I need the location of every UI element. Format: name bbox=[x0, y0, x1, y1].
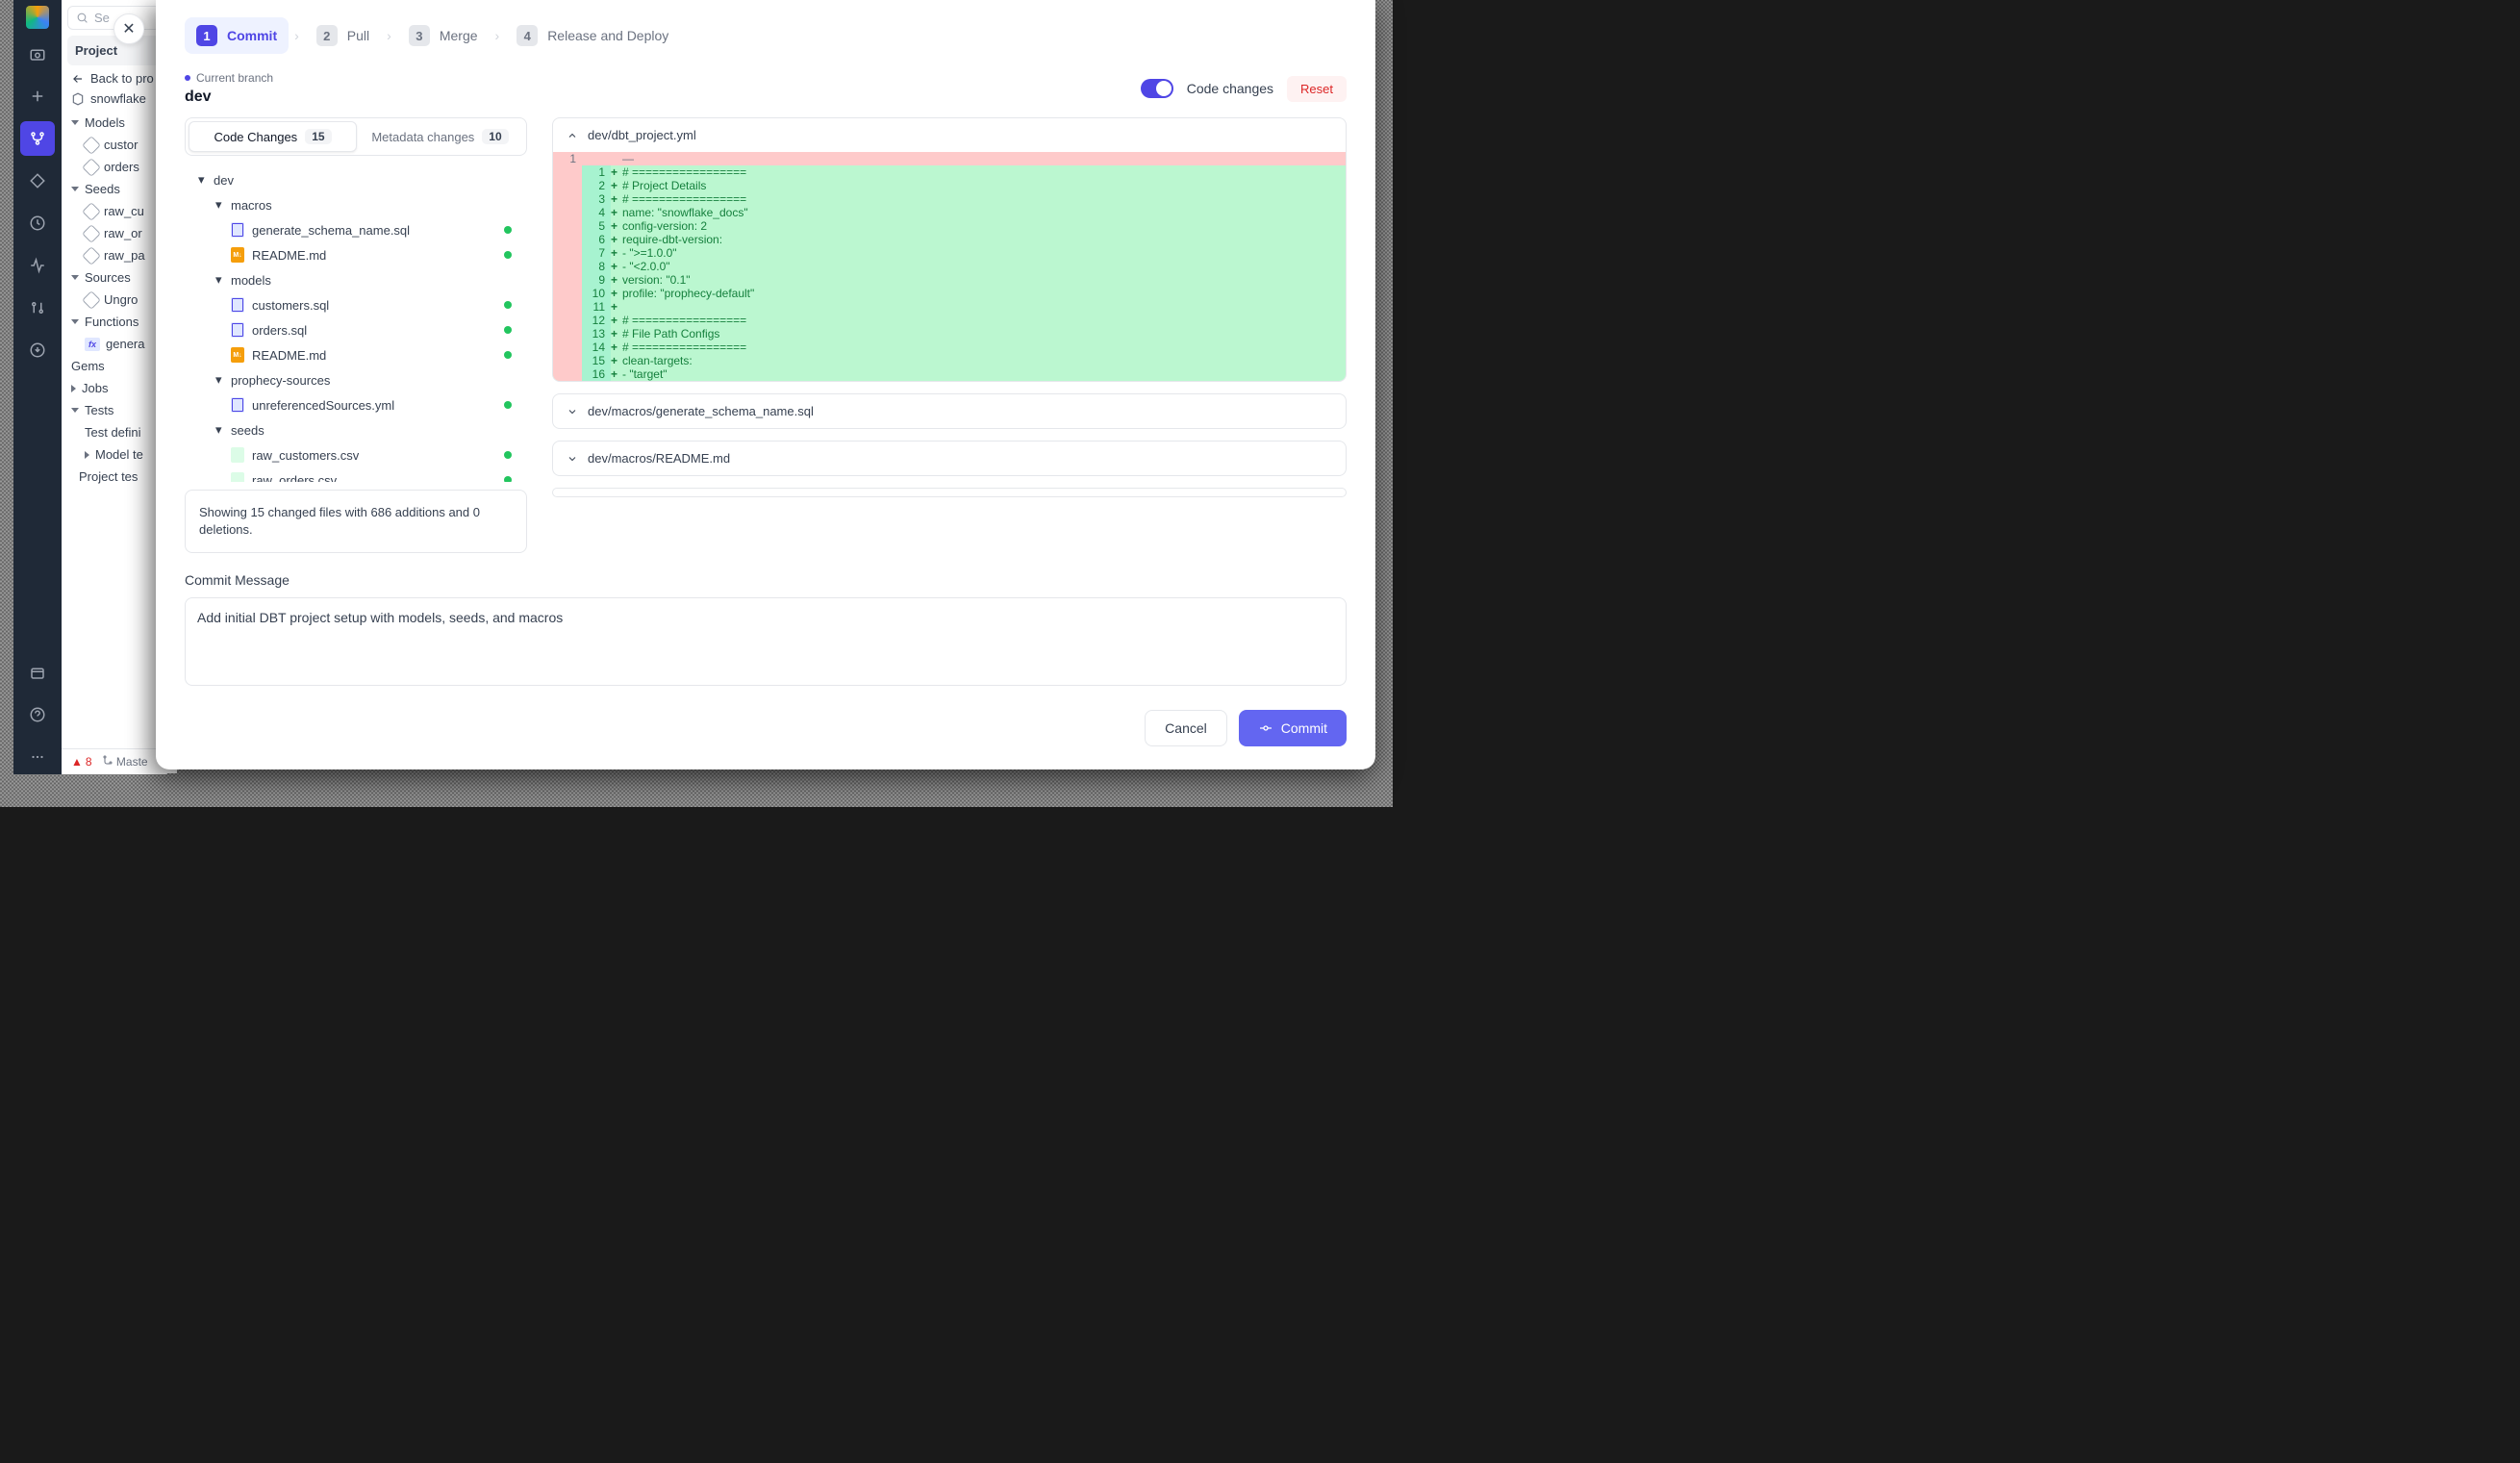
tree-folder[interactable]: ▾prophecy-sources bbox=[185, 367, 527, 392]
file-panel: Se Project Back to pro snowflake Models … bbox=[62, 0, 167, 774]
chevron-down-icon bbox=[567, 406, 578, 417]
commit-modal: 1Commit › 2Pull › 3Merge › 4Release and … bbox=[156, 0, 1375, 769]
tree-seeds[interactable]: Seeds bbox=[62, 178, 166, 200]
tree-orders[interactable]: orders bbox=[62, 156, 166, 178]
tree-folder[interactable]: ▾macros bbox=[185, 192, 527, 217]
tree-folder[interactable]: ▾dev bbox=[185, 167, 527, 192]
step-merge[interactable]: 3Merge bbox=[397, 17, 490, 54]
download-icon[interactable] bbox=[20, 333, 55, 367]
project-name: snowflake bbox=[90, 91, 146, 106]
tree-test-def[interactable]: Test defini bbox=[62, 421, 166, 443]
tree-file[interactable]: unreferencedSources.yml bbox=[185, 392, 527, 417]
tree-file[interactable]: generate_schema_name.sql bbox=[185, 217, 527, 242]
reset-button[interactable]: Reset bbox=[1287, 76, 1347, 102]
tree-file[interactable]: customers.sql bbox=[185, 292, 527, 317]
chevron-right-icon: › bbox=[495, 28, 500, 43]
changes-summary: Showing 15 changed files with 686 additi… bbox=[185, 490, 527, 553]
project-name-row[interactable]: snowflake bbox=[71, 91, 157, 106]
diff-block: dev/dbt_project.yml 1—1+# ==============… bbox=[552, 117, 1347, 382]
diff-filename: dev/macros/generate_schema_name.sql bbox=[588, 404, 814, 418]
left-nav-rail bbox=[13, 0, 62, 774]
tree-model-te[interactable]: Model te bbox=[62, 443, 166, 466]
tree-gems[interactable]: Gems bbox=[62, 355, 166, 377]
clock-icon[interactable] bbox=[20, 206, 55, 240]
commit-button-label: Commit bbox=[1281, 720, 1327, 736]
stepper: 1Commit › 2Pull › 3Merge › 4Release and … bbox=[185, 17, 1347, 54]
project-header: Project bbox=[67, 36, 161, 65]
commit-label: Commit Message bbox=[185, 572, 1347, 588]
diff-header[interactable]: dev/dbt_project.yml bbox=[553, 118, 1346, 152]
tree-project-te[interactable]: Project tes bbox=[62, 466, 166, 488]
diff-header[interactable]: dev/macros/generate_schema_name.sql bbox=[553, 394, 1346, 428]
camera-icon[interactable] bbox=[20, 37, 55, 71]
plus-icon[interactable] bbox=[20, 79, 55, 114]
diff-block-partial bbox=[552, 488, 1347, 497]
activity-icon[interactable] bbox=[20, 248, 55, 283]
tree-genera[interactable]: fxgenera bbox=[62, 333, 166, 355]
diff-filename: dev/macros/README.md bbox=[588, 451, 730, 466]
diff-header[interactable]: dev/macros/README.md bbox=[553, 441, 1346, 475]
tree-raw-cu[interactable]: raw_cu bbox=[62, 200, 166, 222]
tree-sources[interactable]: Sources bbox=[62, 266, 166, 289]
tree-tests[interactable]: Tests bbox=[62, 399, 166, 421]
step-commit[interactable]: 1Commit bbox=[185, 17, 289, 54]
commit-button[interactable]: Commit bbox=[1239, 710, 1347, 746]
back-link[interactable]: Back to pro bbox=[71, 71, 157, 86]
package-icon[interactable] bbox=[20, 655, 55, 690]
toggle-label: Code changes bbox=[1187, 81, 1273, 96]
step-pull[interactable]: 2Pull bbox=[305, 17, 381, 54]
tree-file[interactable]: M↓README.md bbox=[185, 242, 527, 267]
close-button[interactable]: ✕ bbox=[113, 13, 144, 44]
tree-file[interactable]: raw_customers.csv bbox=[185, 442, 527, 467]
tree-file[interactable]: raw_orders.csv bbox=[185, 467, 527, 482]
diff-body[interactable]: 1—1+# =================2+# Project Detai… bbox=[553, 152, 1346, 381]
branch-label: Current branch bbox=[185, 71, 273, 85]
code-changes-toggle[interactable] bbox=[1141, 79, 1173, 98]
tab-metadata-changes[interactable]: Metadata changes10 bbox=[357, 121, 523, 152]
search-placeholder: Se bbox=[94, 11, 110, 25]
more-icon[interactable] bbox=[20, 740, 55, 774]
tree-ungro[interactable]: Ungro bbox=[62, 289, 166, 311]
chevron-down-icon bbox=[567, 453, 578, 465]
tree-functions[interactable]: Functions bbox=[62, 311, 166, 333]
diff-block: dev/macros/README.md bbox=[552, 441, 1347, 476]
tree-jobs[interactable]: Jobs bbox=[62, 377, 166, 399]
branch-status[interactable]: Maste bbox=[102, 754, 148, 769]
changes-tabs: Code Changes15 Metadata changes10 bbox=[185, 117, 527, 156]
tree-raw-pa[interactable]: raw_pa bbox=[62, 244, 166, 266]
help-icon[interactable] bbox=[20, 697, 55, 732]
step-release[interactable]: 4Release and Deploy bbox=[505, 17, 680, 54]
changed-files-tree: ▾dev ▾macros generate_schema_name.sql M↓… bbox=[185, 167, 527, 482]
tree-folder[interactable]: ▾seeds bbox=[185, 417, 527, 442]
tab-code-changes[interactable]: Code Changes15 bbox=[189, 121, 357, 152]
diff-filename: dev/dbt_project.yml bbox=[588, 128, 696, 142]
chevron-up-icon bbox=[567, 130, 578, 141]
commit-icon bbox=[1258, 720, 1273, 736]
commit-message-input[interactable] bbox=[185, 597, 1347, 686]
tree-file[interactable]: M↓README.md bbox=[185, 342, 527, 367]
diff-block: dev/macros/generate_schema_name.sql bbox=[552, 393, 1347, 429]
diamond-icon[interactable] bbox=[20, 164, 55, 198]
tree-raw-or[interactable]: raw_or bbox=[62, 222, 166, 244]
back-label: Back to pro bbox=[90, 71, 154, 86]
tree-file[interactable]: orders.sql bbox=[185, 317, 527, 342]
chevron-right-icon: › bbox=[387, 28, 391, 43]
tree-customers[interactable]: custor bbox=[62, 134, 166, 156]
branch-icon[interactable] bbox=[20, 121, 55, 156]
tree-models[interactable]: Models bbox=[62, 112, 166, 134]
cancel-button[interactable]: Cancel bbox=[1145, 710, 1227, 746]
logo bbox=[26, 6, 49, 29]
chevron-right-icon: › bbox=[294, 28, 299, 43]
error-badge[interactable]: ▲8 bbox=[71, 755, 92, 769]
branch-name: dev bbox=[185, 88, 273, 106]
tree-folder[interactable]: ▾models bbox=[185, 267, 527, 292]
diff-icon[interactable] bbox=[20, 290, 55, 325]
